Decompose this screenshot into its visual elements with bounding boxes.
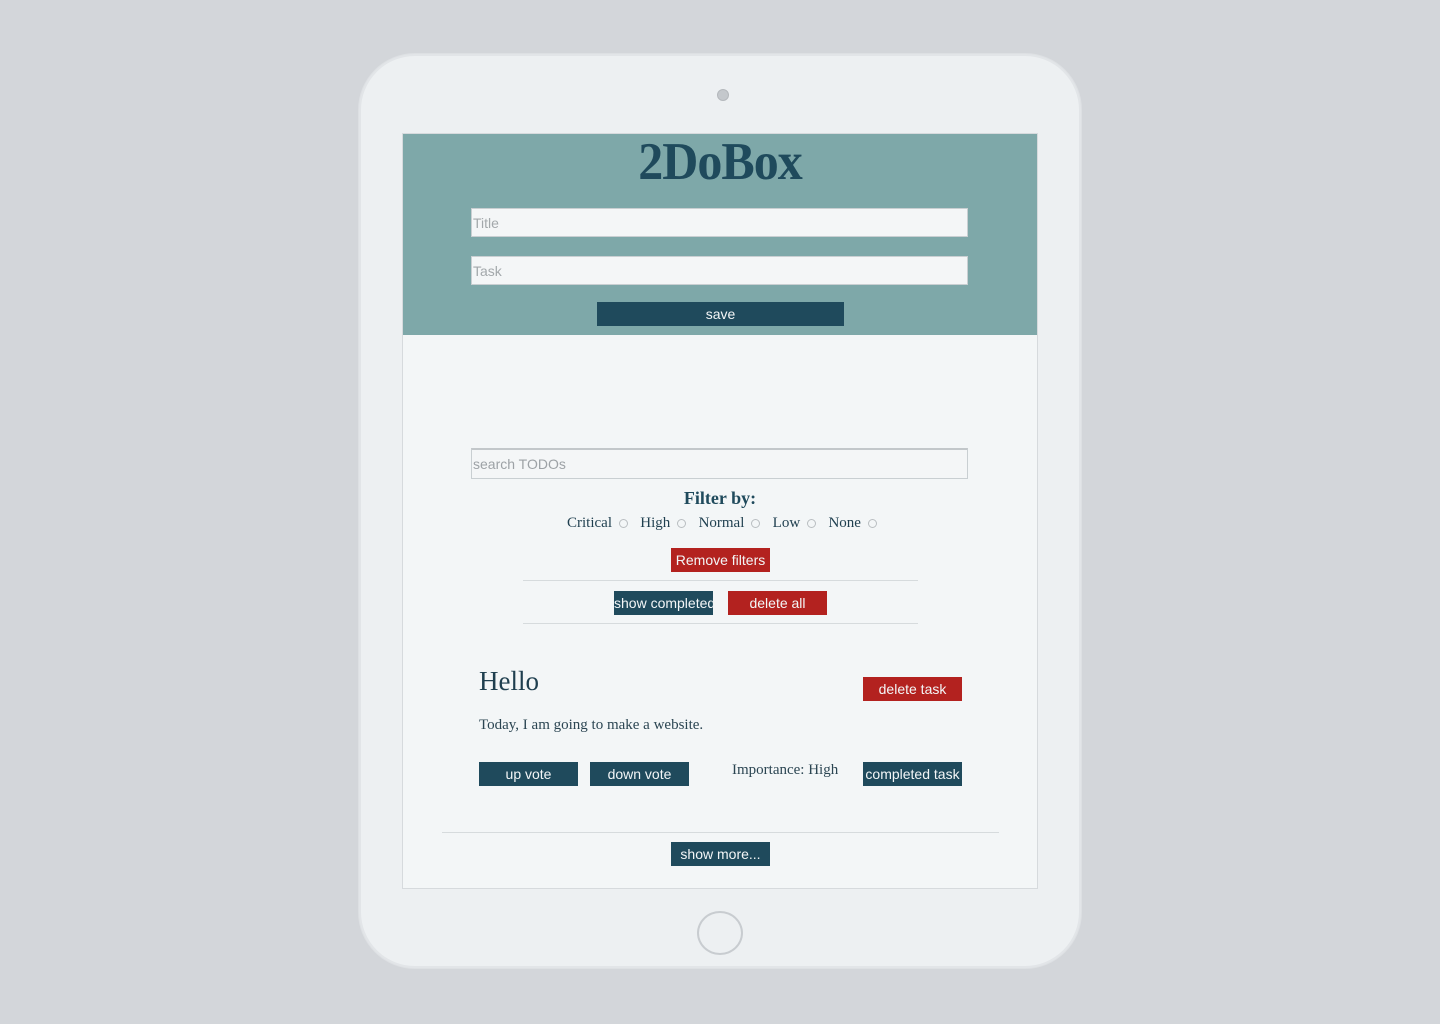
- filter-none[interactable]: None: [828, 515, 877, 532]
- filter-low[interactable]: Low: [773, 515, 817, 532]
- title-input[interactable]: [471, 208, 968, 237]
- filter-label: Normal: [698, 514, 745, 531]
- filter-normal[interactable]: Normal: [699, 515, 761, 532]
- importance-label: Importance: High: [732, 762, 839, 778]
- divider: [523, 623, 918, 624]
- app-title: 2DoBox: [638, 133, 802, 191]
- downvote-button[interactable]: down vote: [590, 762, 689, 786]
- filter-high-radio[interactable]: [677, 518, 687, 528]
- divider: [523, 580, 918, 581]
- divider: [442, 832, 999, 833]
- filter-label: Critical: [567, 514, 612, 531]
- delete-all-button[interactable]: delete all: [728, 591, 827, 615]
- home-button[interactable]: [697, 911, 743, 955]
- task-input[interactable]: [471, 256, 968, 285]
- completed-task-button[interactable]: completed task: [863, 762, 962, 786]
- filter-none-radio[interactable]: [867, 518, 877, 528]
- upvote-button[interactable]: up vote: [479, 762, 578, 786]
- camera-icon: [717, 89, 729, 101]
- todo-body: Today, I am going to make a website.: [479, 717, 704, 733]
- save-button[interactable]: save: [597, 302, 844, 326]
- filter-low-radio[interactable]: [807, 518, 817, 528]
- filter-heading: Filter by:: [683, 488, 757, 508]
- delete-task-button[interactable]: delete task: [863, 677, 962, 701]
- remove-filters-button[interactable]: Remove filters: [671, 548, 770, 572]
- search-input[interactable]: [471, 448, 968, 479]
- app-screen: 2DoBox save Filter by: Critical High Nor…: [402, 133, 1038, 889]
- filter-label: Low: [772, 514, 801, 531]
- filter-critical-radio[interactable]: [619, 518, 628, 528]
- show-more-button[interactable]: show more...: [671, 842, 770, 866]
- filter-options: Critical High Normal Low None: [567, 513, 877, 533]
- filter-high[interactable]: High: [640, 514, 687, 532]
- filter-normal-radio[interactable]: [751, 518, 761, 528]
- todo-title: Hello: [479, 666, 539, 696]
- filter-critical[interactable]: Critical: [567, 515, 628, 532]
- filter-label: None: [828, 514, 861, 531]
- app-header: 2DoBox save: [403, 134, 1037, 335]
- show-completed-button[interactable]: show completed: [614, 591, 713, 615]
- filter-label: High: [640, 514, 671, 531]
